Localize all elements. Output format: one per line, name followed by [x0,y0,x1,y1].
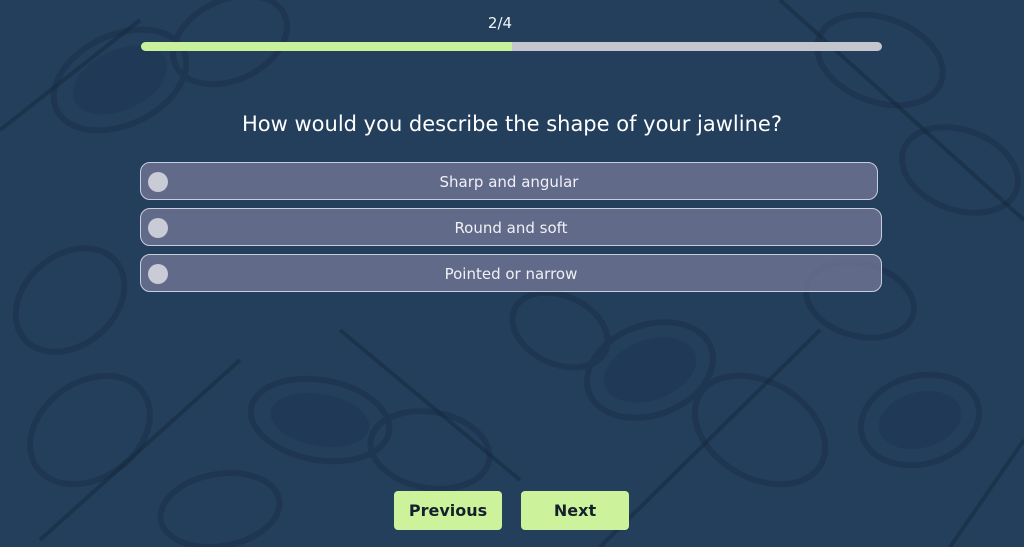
progress-bar [141,42,882,51]
progress-bar-fill [141,42,512,51]
option-label: Round and soft [454,219,568,237]
answer-options: Sharp and angular Round and soft Pointed… [140,162,882,300]
previous-button[interactable]: Previous [394,491,502,530]
next-button[interactable]: Next [521,491,629,530]
option-round-and-soft[interactable]: Round and soft [140,208,882,246]
option-pointed-or-narrow[interactable]: Pointed or narrow [140,254,882,292]
progress-step-label: 2/4 [487,14,513,32]
option-sharp-and-angular[interactable]: Sharp and angular [140,162,878,200]
question-text: How would you describe the shape of your… [242,112,782,136]
option-label: Sharp and angular [439,173,579,191]
option-label: Pointed or narrow [444,265,578,283]
navigation-buttons: Previous Next [394,491,629,530]
